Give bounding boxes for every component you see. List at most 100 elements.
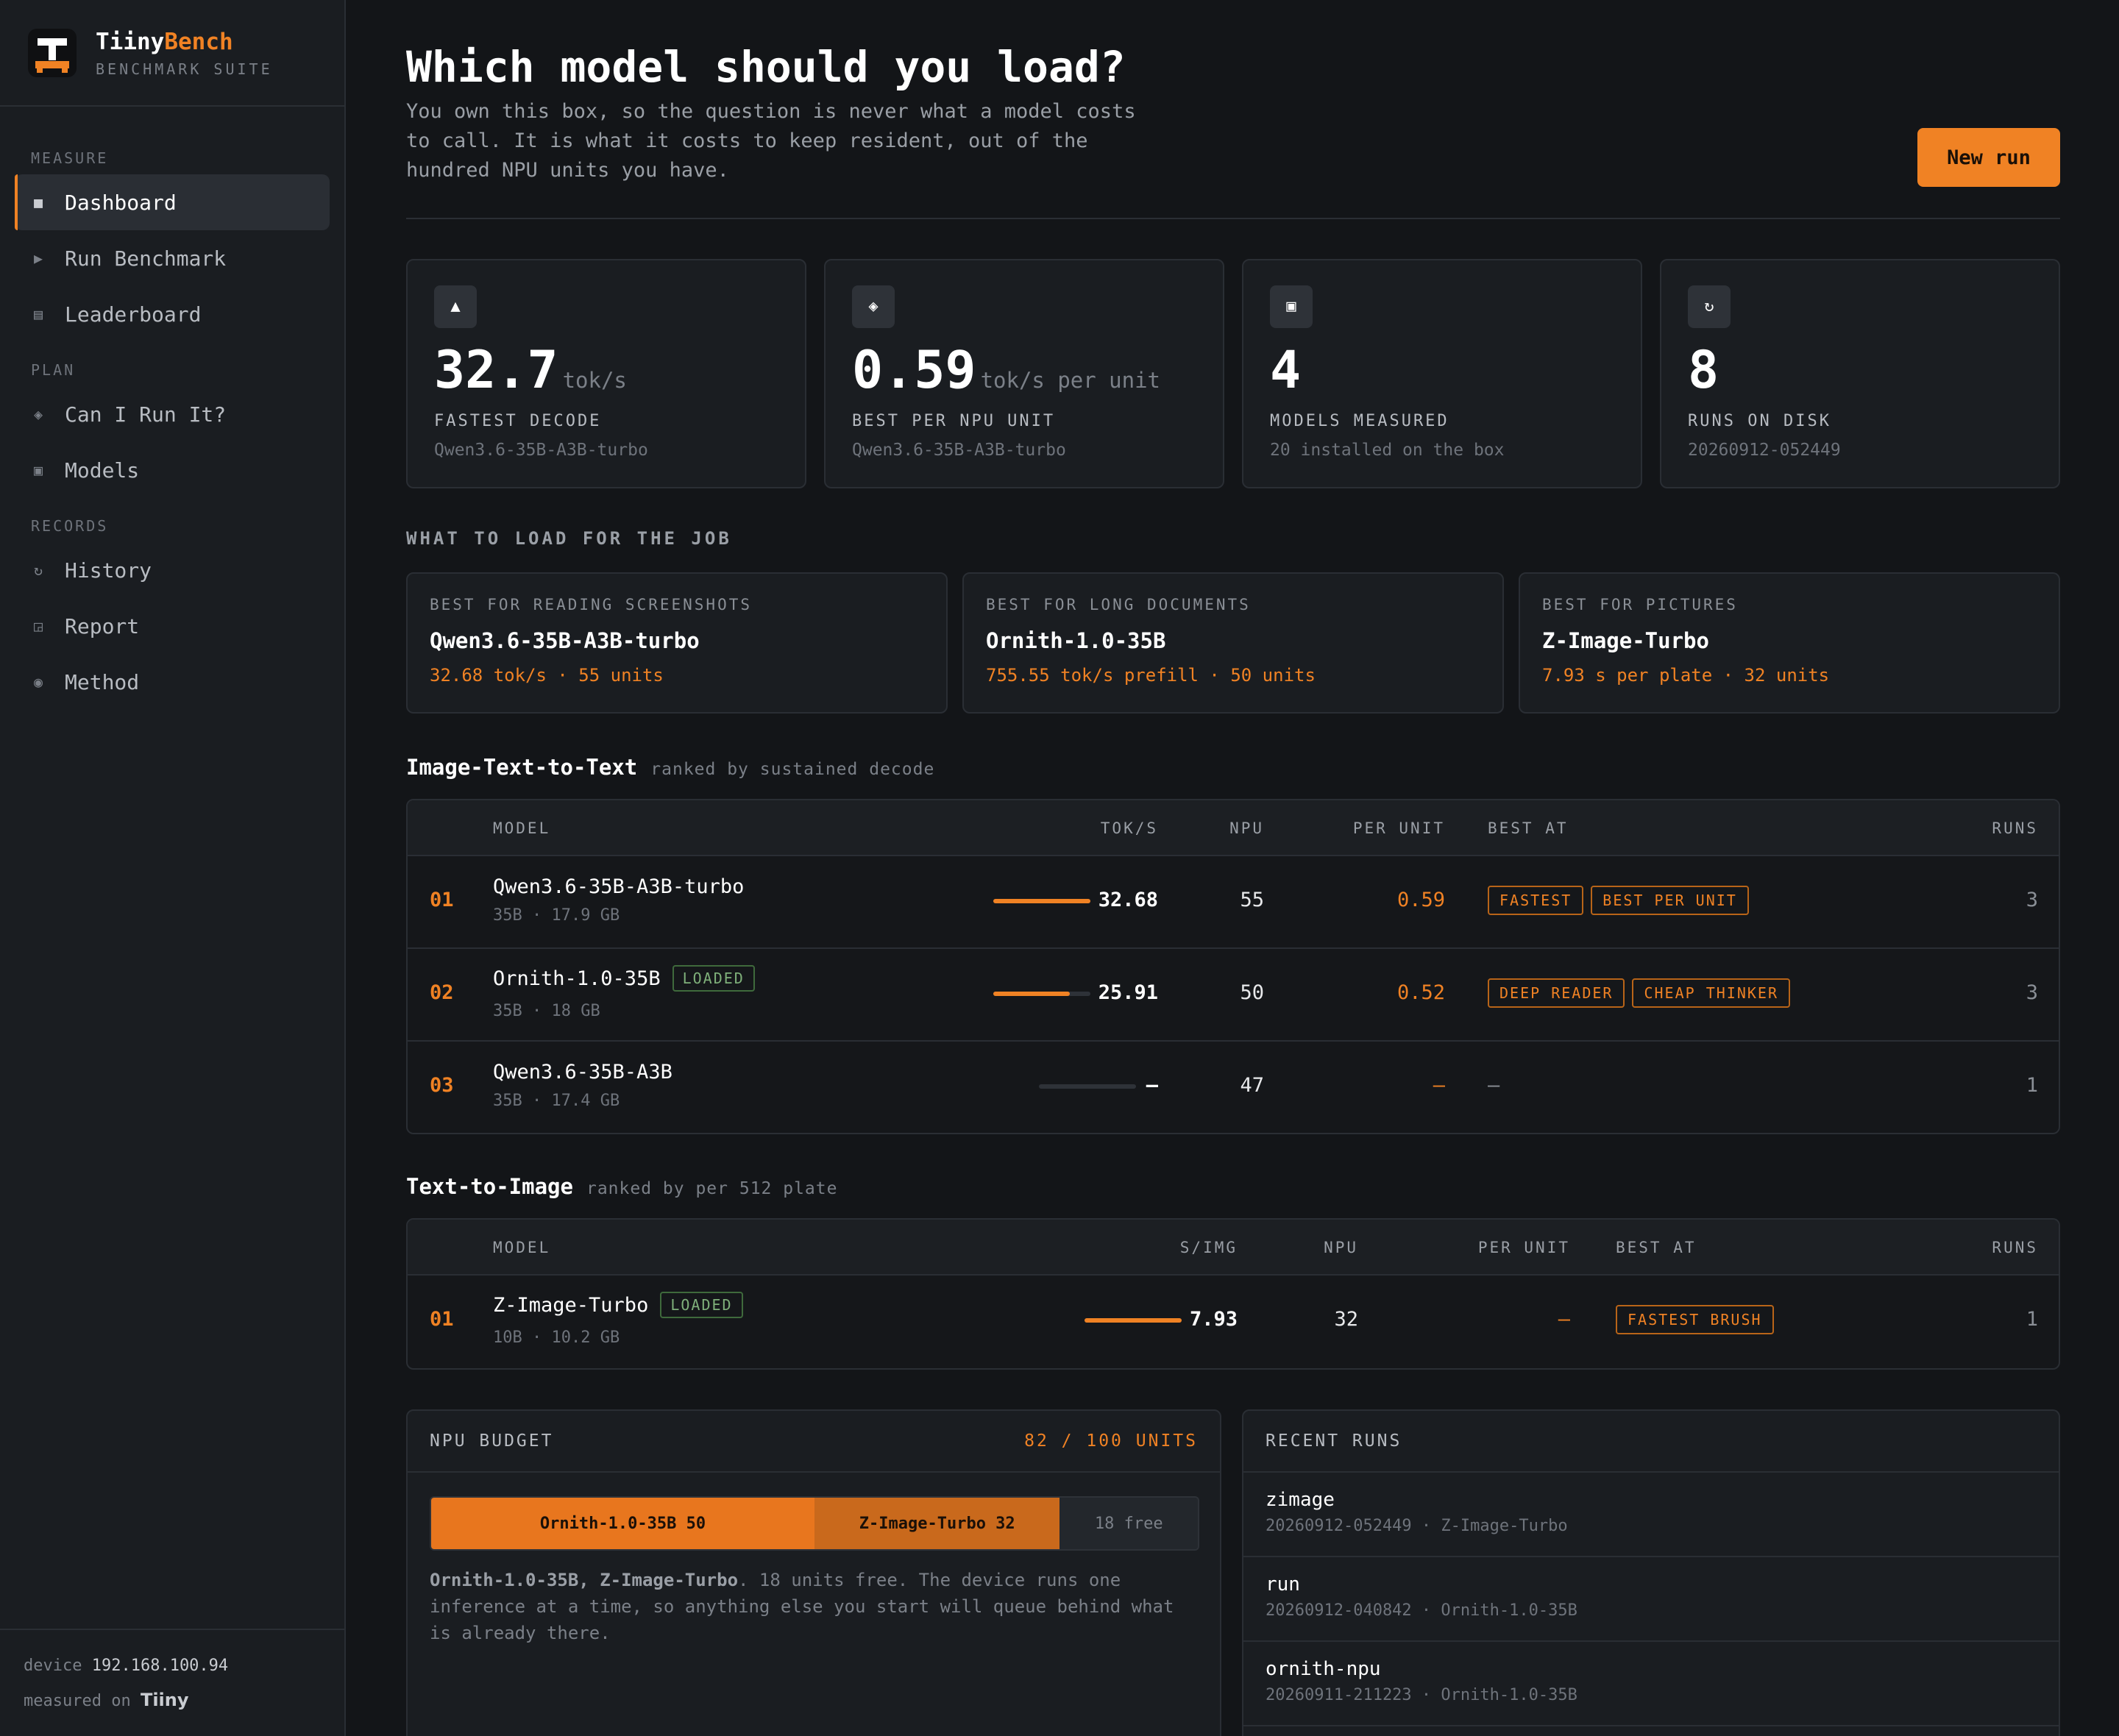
job-label: BEST FOR READING SCREENSHOTS: [430, 596, 753, 613]
run-meta: 20260912-052449 · Z-Image-Turbo: [1266, 1517, 1568, 1535]
measured-on-line: measured on Tiiny: [24, 1690, 189, 1710]
stat-unit: tok/s: [562, 368, 627, 393]
row-rank: 01: [430, 1308, 454, 1331]
recent-run-item[interactable]: zimage 20260912-052449 · Z-Image-Turbo: [1243, 1473, 2059, 1557]
job-stat: 7.93 s per plate · 32 units: [1542, 665, 1830, 686]
tok-s-value: 25.91: [1098, 981, 1158, 1004]
method-icon: ◉: [34, 673, 43, 691]
stat-value: 32.7: [434, 340, 558, 400]
table-row[interactable]: 02 Ornith-1.0-35B LOADED 35B · 18 GB 25.9…: [408, 949, 2059, 1042]
npu-value: 32: [1334, 1308, 1358, 1331]
page-subtitle: You own this box, so the question is nev…: [406, 100, 1136, 182]
budget-note: Ornith-1.0-35B, Z-Image-Turbo. 18 units …: [430, 1570, 1174, 1643]
nav-item-dashboard[interactable]: ■ Dashboard: [15, 174, 330, 230]
nav-item-method[interactable]: ◉ Method: [15, 654, 330, 710]
run-meta: 20260912-040842 · Ornith-1.0-35B: [1266, 1601, 1577, 1620]
budget-bar: Ornith-1.0-35B 50 Z-Image-Turbo 32 18 free: [430, 1496, 1199, 1551]
new-run-button[interactable]: New run: [1917, 128, 2060, 187]
job-card-pictures[interactable]: BEST FOR PICTURES Z-Image-Turbo 7.93 s p…: [1519, 572, 2060, 714]
itt-hint: ranked by sustained decode: [650, 760, 935, 779]
col-per-unit[interactable]: PER UNIT: [1478, 1220, 1570, 1276]
tag-cheap-thinker: CHEAP THINKER: [1632, 978, 1790, 1008]
nav-item-run-benchmark[interactable]: ▶ Run Benchmark: [15, 230, 330, 286]
col-best-at[interactable]: BEST AT: [1488, 800, 1569, 856]
budget-segment-free: 18 free: [1060, 1498, 1198, 1549]
npu-value: 47: [1240, 1074, 1264, 1097]
stat-card-fastest-decode: ▲ 32.7 tok/s FASTEST DECODE Qwen3.6-35B-A…: [406, 259, 806, 488]
brand-subtitle: BENCHMARK SUITE: [96, 60, 273, 78]
tag-best-per-unit: BEST PER UNIT: [1591, 886, 1749, 915]
col-npu[interactable]: NPU: [1324, 1220, 1358, 1276]
row-rank: 02: [430, 981, 454, 1004]
tok-s-value: 32.68: [1098, 889, 1158, 911]
budget-total: 82 / 100 UNITS: [1024, 1431, 1198, 1451]
stat-card-runs-on-disk: ↻ 8 RUNS ON DISK 20260912-052449: [1660, 259, 2060, 488]
model-name: Qwen3.6-35B-A3B-turbo: [493, 875, 745, 898]
col-s-img[interactable]: S/IMG: [1180, 1220, 1238, 1276]
col-tok-s[interactable]: TOK/S: [1101, 800, 1158, 856]
col-runs[interactable]: RUNS: [1992, 1220, 2038, 1276]
nav-item-leaderboard[interactable]: ▤ Leaderboard: [15, 286, 330, 342]
per-unit-value: 0.59: [1396, 889, 1445, 911]
stat-label: MODELS MEASURED: [1270, 412, 1449, 430]
nav-item-can-i-run-it[interactable]: ◈ Can I Run It?: [15, 386, 330, 442]
best-at-tags: DEEP READER CHEAP THINKER: [1488, 978, 1797, 1008]
nav-item-history[interactable]: ↻ History: [15, 542, 330, 598]
recent-run-item[interactable]: run 20260912-040842 · Ornith-1.0-35B: [1243, 1557, 2059, 1642]
decode-bar: [1039, 1084, 1136, 1089]
sidebar: TiinyBench BENCHMARK SUITE MEASURE ■ Dash…: [0, 0, 346, 1736]
col-model[interactable]: MODEL: [493, 1220, 550, 1276]
tti-hint: ranked by per 512 plate: [586, 1179, 838, 1198]
per-unit-value: –: [1558, 1308, 1570, 1331]
logo-icon: [28, 28, 77, 77]
nav-item-report[interactable]: ◲ Report: [15, 598, 330, 654]
time-bar: [1085, 1318, 1182, 1323]
col-per-unit[interactable]: PER UNIT: [1353, 800, 1445, 856]
budget-segment: Ornith-1.0-35B 50: [431, 1498, 814, 1549]
table-row[interactable]: 01 Z-Image-Turbo LOADED 10B · 10.2 GB 7.9…: [408, 1276, 2059, 1368]
stat-unit: tok/s per unit: [980, 368, 1161, 393]
model-name: Ornith-1.0-35B LOADED: [493, 965, 755, 992]
job-card-long-documents[interactable]: BEST FOR LONG DOCUMENTS Ornith-1.0-35B 7…: [962, 572, 1504, 714]
best-at-empty: –: [1488, 1074, 1500, 1097]
table-header: MODEL TOK/S NPU PER UNIT BEST AT RUNS: [408, 800, 2059, 856]
brand-name: TiinyBench: [96, 28, 233, 55]
run-name: ornith-npu: [1266, 1658, 1381, 1680]
triangle-icon: ▲: [434, 285, 477, 328]
col-best-at[interactable]: BEST AT: [1616, 1220, 1697, 1276]
dashboard-icon: ■: [34, 193, 43, 211]
diamond-icon: ◈: [34, 405, 43, 423]
s-img-value: 7.93: [1189, 1308, 1238, 1331]
stat-label: FASTEST DECODE: [434, 412, 602, 430]
recent-runs-title: RECENT RUNS: [1266, 1431, 1402, 1451]
stat-value: 8: [1688, 340, 1719, 400]
model-name: Z-Image-Turbo LOADED: [493, 1292, 743, 1318]
job-label: BEST FOR LONG DOCUMENTS: [986, 596, 1251, 613]
play-icon: ▶: [34, 249, 43, 267]
recent-run-item[interactable]: ornith-npu 20260911-211223 · Ornith-1.0-…: [1243, 1642, 2059, 1726]
npu-value: 50: [1240, 981, 1264, 1004]
report-icon: ◲: [34, 617, 43, 635]
model-meta: 35B · 17.9 GB: [493, 906, 620, 925]
col-model[interactable]: MODEL: [493, 800, 550, 856]
table-row[interactable]: 03 Qwen3.6-35B-A3B 35B · 17.4 GB – 47 – …: [408, 1042, 2059, 1133]
job-card-screenshots[interactable]: BEST FOR READING SCREENSHOTS Qwen3.6-35B…: [406, 572, 948, 714]
job-model: Z-Image-Turbo: [1542, 628, 1709, 653]
stat-label: RUNS ON DISK: [1688, 412, 1831, 430]
model-name: Qwen3.6-35B-A3B: [493, 1061, 672, 1084]
nav-item-models[interactable]: ▣ Models: [15, 442, 330, 498]
models-icon: ▣: [1270, 285, 1313, 328]
nav-section-measure: MEASURE: [31, 149, 109, 167]
job-model: Qwen3.6-35B-A3B-turbo: [430, 628, 700, 653]
col-npu[interactable]: NPU: [1229, 800, 1264, 856]
stat-sub: Qwen3.6-35B-A3B-turbo: [852, 441, 1066, 460]
table-row[interactable]: 01 Qwen3.6-35B-A3B-turbo 35B · 17.9 GB 3…: [408, 856, 2059, 949]
row-rank: 03: [430, 1074, 454, 1097]
tiiny-logo: Tiiny: [140, 1690, 189, 1710]
diamond-icon: ◈: [852, 285, 895, 328]
itt-title: Image-Text-to-Text ranked by sustained de…: [406, 755, 935, 780]
best-at-tags: FASTEST BRUSH: [1616, 1305, 1781, 1334]
nav-section-plan: PLAN: [31, 361, 76, 379]
col-runs[interactable]: RUNS: [1992, 800, 2038, 856]
per-unit-value: –: [1433, 1074, 1445, 1097]
